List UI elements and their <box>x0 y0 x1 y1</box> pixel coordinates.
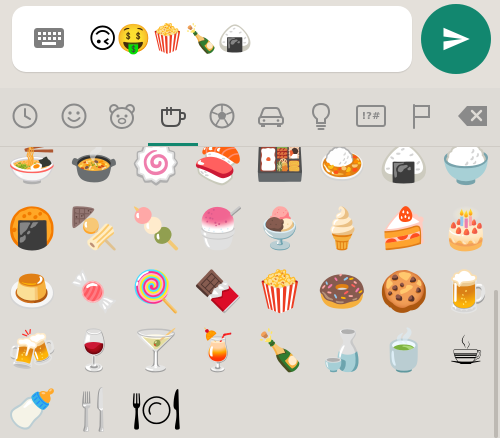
emoji-chocolate-bar[interactable]: 🍫 <box>193 267 243 317</box>
emoji-lollipop[interactable]: 🍭 <box>131 267 181 317</box>
emoji-category-tabs: !?# <box>0 88 500 146</box>
emoji-cooked-rice[interactable]: 🍚 <box>441 147 491 189</box>
emoji-grid: 🍜 🍲 🍥 🍣 🍱 🍛 🍙 🍚 🍘 🍢 🍡 🍧 🍨 🍦 🍰 🎂 🍮 🍬 🍭 🍫 … <box>0 147 500 438</box>
emoji-steaming-bowl[interactable]: 🍜 <box>7 147 57 189</box>
soccer-ball-icon <box>209 103 235 129</box>
emoji-clinking-beer-mugs[interactable]: 🍻 <box>7 326 57 376</box>
message-input[interactable]: 🙃🤑🍿🍾🍙 <box>12 6 412 72</box>
cup-icon <box>161 107 187 127</box>
scrollbar[interactable] <box>494 290 498 438</box>
tab-flags[interactable] <box>396 88 446 144</box>
emoji-bento-box[interactable]: 🍱 <box>255 147 305 189</box>
composed-message-text[interactable]: 🙃🤑🍿🍾🍙 <box>88 20 253 58</box>
emoji-plate-with-cutlery[interactable]: 🍽 <box>131 385 182 435</box>
emoji-candy[interactable]: 🍬 <box>69 267 119 317</box>
emoji-shaved-ice[interactable]: 🍧 <box>193 204 243 254</box>
tab-activity[interactable] <box>197 88 247 144</box>
keyboard-icon[interactable] <box>32 26 66 50</box>
flag-icon <box>413 104 430 129</box>
emoji-curry-rice[interactable]: 🍛 <box>317 147 367 189</box>
emoji-popcorn[interactable]: 🍿 <box>255 267 305 317</box>
emoji-teacup[interactable]: 🍵 <box>379 326 429 376</box>
emoji-rice-cracker[interactable]: 🍘 <box>7 204 57 254</box>
compose-area: 🙃🤑🍿🍾🍙 <box>0 0 500 88</box>
smiley-icon <box>61 103 87 129</box>
tab-animals[interactable] <box>97 88 147 144</box>
send-icon <box>443 27 470 51</box>
emoji-ice-cream[interactable]: 🍨 <box>255 204 305 254</box>
lightbulb-icon <box>311 102 331 130</box>
tab-recent[interactable] <box>0 88 50 144</box>
emoji-beer-mug[interactable]: 🍺 <box>441 267 491 317</box>
emoji-champagne-bottle[interactable]: 🍾 <box>255 326 305 376</box>
emoji-doughnut[interactable]: 🍩 <box>317 267 367 317</box>
emoji-birthday-cake[interactable]: 🎂 <box>441 204 491 254</box>
tab-objects[interactable] <box>296 88 346 144</box>
tab-symbols[interactable]: !?# <box>346 88 396 144</box>
emoji-rice-ball[interactable]: 🍙 <box>379 147 429 189</box>
emoji-fork-and-knife[interactable]: 🍴 <box>69 385 119 435</box>
emoji-hot-beverage[interactable]: ☕ <box>441 326 491 376</box>
tab-smileys[interactable] <box>49 88 99 144</box>
emoji-wine-glass[interactable]: 🍷 <box>69 326 119 376</box>
emoji-shortcake[interactable]: 🍰 <box>379 204 429 254</box>
emoji-cookie[interactable]: 🍪 <box>379 267 429 317</box>
backspace-icon <box>458 106 487 126</box>
backspace-button[interactable] <box>448 88 498 144</box>
send-button[interactable] <box>421 4 491 74</box>
emoji-cocktail-glass[interactable]: 🍸 <box>131 326 181 376</box>
emoji-fish-cake[interactable]: 🍥 <box>131 147 181 189</box>
tab-food[interactable] <box>148 88 198 144</box>
tab-travel[interactable] <box>246 88 296 144</box>
car-icon <box>258 107 284 127</box>
symbols-label: !?# <box>361 110 381 122</box>
emoji-soft-ice-cream[interactable]: 🍦 <box>317 204 367 254</box>
emoji-tropical-drink[interactable]: 🍹 <box>193 326 243 376</box>
emoji-pot-of-food[interactable]: 🍲 <box>69 147 119 189</box>
emoji-sake[interactable]: 🍶 <box>317 326 367 376</box>
bear-icon <box>109 104 135 129</box>
emoji-sushi[interactable]: 🍣 <box>193 147 243 189</box>
symbols-icon: !?# <box>356 105 386 127</box>
emoji-dango[interactable]: 🍡 <box>131 204 181 254</box>
emoji-baby-bottle[interactable]: 🍼 <box>7 385 57 435</box>
emoji-custard[interactable]: 🍮 <box>7 267 57 317</box>
clock-icon <box>12 103 38 129</box>
emoji-oden[interactable]: 🍢 <box>69 204 119 254</box>
